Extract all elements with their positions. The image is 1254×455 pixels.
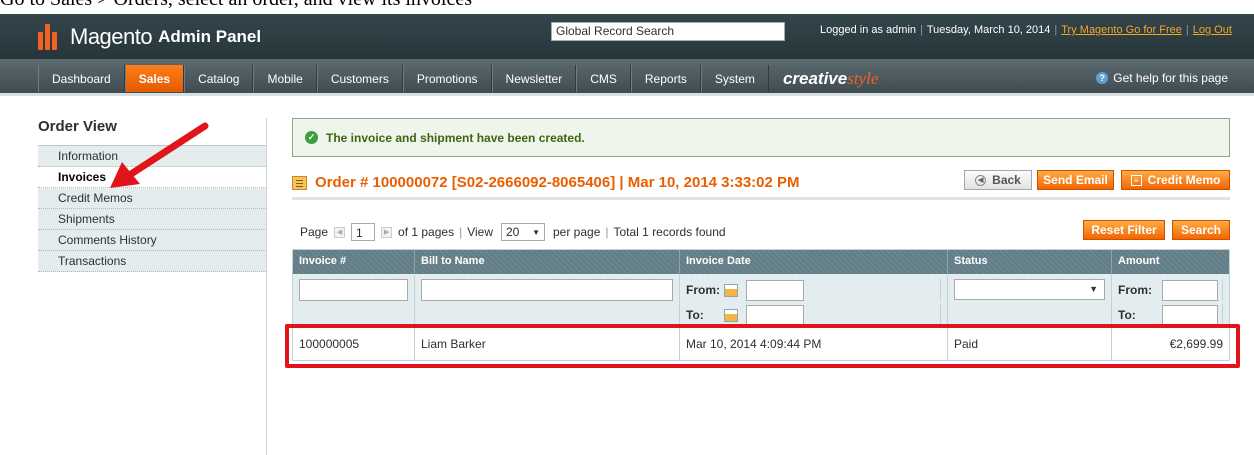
- search-button[interactable]: Search: [1172, 220, 1230, 240]
- nav-customers[interactable]: Customers: [316, 65, 403, 92]
- amount-from-input[interactable]: [1162, 279, 1218, 301]
- back-button[interactable]: ◀ Back: [964, 170, 1032, 190]
- nav-reports[interactable]: Reports: [630, 65, 701, 92]
- tab-shipments[interactable]: Shipments: [38, 209, 266, 230]
- back-label: Back: [992, 173, 1021, 187]
- tab-comments-history[interactable]: Comments History: [38, 230, 266, 251]
- per-page-text: per page: [553, 225, 601, 239]
- view-label: View: [467, 225, 493, 239]
- page-label: Page: [300, 225, 329, 239]
- chevron-down-icon: ▼: [532, 227, 540, 237]
- next-page-icon[interactable]: ▶: [381, 226, 393, 238]
- page-input[interactable]: 1: [351, 223, 376, 241]
- magento-logo[interactable]: Magento Admin Panel: [38, 23, 261, 51]
- caption-strip: Go to Sales > Orders, select an order, a…: [0, 0, 1254, 14]
- total-records-text: Total 1 records found: [613, 225, 726, 239]
- prev-page-icon[interactable]: ◀: [334, 226, 346, 238]
- date-from-input[interactable]: [746, 279, 804, 301]
- sidebar-divider: [266, 118, 267, 455]
- logo-subtitle: Admin Panel: [158, 27, 262, 46]
- amount-to-input[interactable]: [1162, 304, 1218, 326]
- per-page-select[interactable]: 20 ▼: [501, 223, 545, 241]
- send-email-button[interactable]: Send Email: [1037, 170, 1114, 190]
- per-page-value: 20: [506, 225, 520, 239]
- try-magento-link[interactable]: Try Magento Go for Free: [1061, 24, 1182, 36]
- order-title-text: Order # 100000072 [S02-2666092-8065406] …: [315, 174, 800, 191]
- help-icon: ?: [1096, 72, 1109, 84]
- nav-newsletter[interactable]: Newsletter: [491, 65, 577, 92]
- magento-logo-icon: [38, 24, 62, 50]
- date-from-label: From:: [686, 283, 720, 297]
- nav-mobile[interactable]: Mobile: [253, 65, 317, 92]
- column-header-amount[interactable]: Amount: [1112, 250, 1229, 274]
- amount-from-label: From:: [1118, 283, 1152, 297]
- main-nav: Dashboard Sales Catalog Mobile Customers…: [0, 59, 1254, 96]
- nav-system[interactable]: System: [700, 65, 769, 92]
- highlight-box-annotation: [285, 324, 1240, 368]
- nav-sales[interactable]: Sales: [124, 65, 185, 92]
- help-label: Get help for this page: [1113, 71, 1228, 85]
- nav-catalog[interactable]: Catalog: [184, 65, 254, 92]
- credit-memo-icon: ≡: [1130, 174, 1142, 186]
- tab-transactions[interactable]: Transactions: [38, 251, 266, 272]
- page-title: Order # 100000072 [S02-2666092-8065406] …: [292, 174, 800, 191]
- chevron-down-icon: ▼: [1089, 284, 1098, 294]
- credit-memo-label: Credit Memo: [1147, 173, 1221, 187]
- invoice-filter-input[interactable]: [299, 279, 408, 301]
- brand-part-a: creative: [782, 68, 848, 88]
- reset-filter-button[interactable]: Reset Filter: [1083, 220, 1165, 240]
- nav-dashboard[interactable]: Dashboard: [38, 65, 125, 92]
- of-pages-text: of 1 pages: [398, 225, 455, 239]
- help-link[interactable]: ? Get help for this page: [1096, 71, 1228, 85]
- caption-text: Go to Sales > Orders, select an order, a…: [0, 0, 472, 11]
- grid-header-row: Invoice # Bill to Name Invoice Date Stat…: [293, 250, 1229, 274]
- grid-pager: Page ◀ 1 ▶ of 1 pages | View 20 ▼ per pag…: [300, 223, 726, 241]
- creativestyle-brand[interactable]: creative style: [769, 65, 892, 92]
- title-divider: [292, 197, 1230, 200]
- column-header-status[interactable]: Status: [948, 250, 1112, 274]
- red-arrow-annotation: [110, 122, 209, 188]
- amount-to-label: To:: [1118, 308, 1136, 322]
- success-check-icon: ✓: [305, 131, 318, 144]
- brand-part-b: style: [847, 68, 879, 88]
- status-filter-select[interactable]: ▼: [954, 279, 1105, 300]
- success-text: The invoice and shipment have been creat…: [326, 130, 585, 145]
- order-document-icon: [292, 175, 307, 190]
- admin-header: Magento Admin Panel Global Record Search…: [0, 14, 1254, 59]
- grid-filter-row: From: To: ▼ From: To:: [293, 274, 1229, 327]
- date-to-input[interactable]: [746, 304, 804, 326]
- calendar-icon[interactable]: [724, 283, 738, 297]
- nav-promotions[interactable]: Promotions: [402, 65, 492, 92]
- logged-in-text: Logged in as admin: [820, 24, 917, 36]
- column-header-bill-to[interactable]: Bill to Name: [415, 250, 680, 274]
- date-to-label: To:: [686, 308, 704, 322]
- credit-memo-button[interactable]: ≡ Credit Memo: [1121, 170, 1230, 190]
- header-links: Logged in as admin | Tuesday, March 10, 20…: [820, 24, 1232, 36]
- bill-to-filter-input[interactable]: [421, 279, 673, 301]
- back-arrow-icon: ◀: [975, 174, 987, 186]
- success-message: ✓ The invoice and shipment have been crea…: [292, 118, 1230, 157]
- logo-text: Magento: [70, 24, 153, 49]
- global-search-input[interactable]: Global Record Search: [551, 22, 785, 41]
- current-date: Tuesday, March 10, 2014: [926, 24, 1051, 36]
- column-header-invoice[interactable]: Invoice #: [293, 250, 415, 274]
- calendar-icon[interactable]: [724, 308, 738, 322]
- logout-link[interactable]: Log Out: [1193, 24, 1232, 36]
- column-header-invoice-date[interactable]: Invoice Date: [680, 250, 948, 274]
- nav-cms[interactable]: CMS: [576, 65, 631, 92]
